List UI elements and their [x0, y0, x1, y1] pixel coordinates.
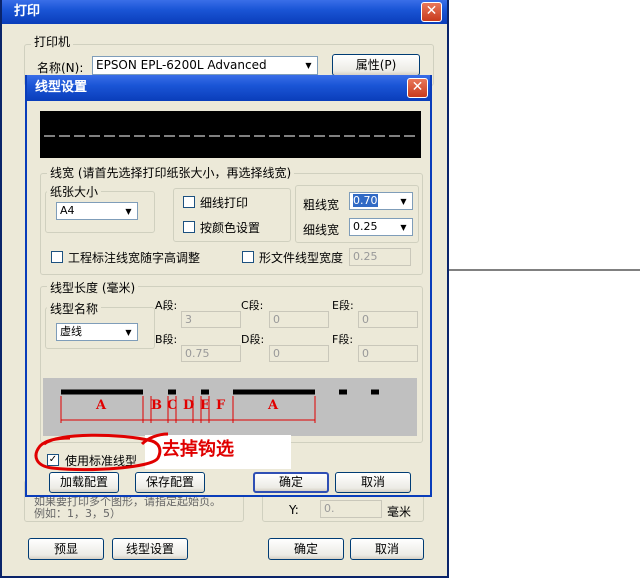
segment-a-input[interactable]: 3	[181, 311, 241, 328]
y-input[interactable]: 0.	[320, 500, 382, 518]
thick-width-label: 粗线宽	[303, 198, 340, 212]
linetype-name-value: 虚线	[60, 325, 82, 338]
diagram-label-d: D	[183, 398, 195, 413]
printer-name-label: 名称(N):	[37, 61, 84, 75]
segment-d-label: D段:	[241, 333, 265, 346]
properties-button[interactable]: 属性(P)	[332, 54, 420, 76]
line-length-group-label: 线型长度 (毫米)	[47, 279, 139, 296]
preview-dashes	[44, 135, 418, 137]
printer-group-label: 打印机	[31, 33, 74, 50]
diagram-label-b: B	[151, 398, 162, 413]
thick-width-select[interactable]: 0.70 ▼	[349, 192, 413, 210]
close-icon[interactable]: ✕	[421, 2, 442, 22]
linetype-name-label: 线型名称	[47, 300, 102, 317]
paper-size-value: A4	[60, 204, 75, 217]
by-color-checkbox[interactable]	[183, 221, 195, 233]
paper-size-label: 纸张大小	[47, 183, 102, 200]
chevron-down-icon[interactable]: ▼	[396, 220, 411, 234]
segment-e-label: E段:	[332, 299, 354, 312]
print-cancel-button[interactable]: 取消	[350, 538, 424, 560]
annotation-adjust-label: 工程标注线宽随字高调整	[68, 251, 201, 265]
paper-size-select[interactable]: A4 ▼	[56, 202, 138, 220]
linetype-dialog-titlebar: 线型设置	[27, 75, 430, 101]
linetype-cancel-button[interactable]: 取消	[335, 472, 411, 493]
segment-d-input[interactable]: 0	[269, 345, 329, 362]
diagram-label-e: E	[200, 398, 210, 413]
linetype-settings-button[interactable]: 线型设置	[112, 538, 188, 560]
close-icon[interactable]: ✕	[407, 78, 428, 98]
by-color-label: 按颜色设置	[200, 221, 261, 235]
segment-c-label: C段:	[241, 299, 264, 312]
thin-print-checkbox[interactable]	[183, 196, 195, 208]
diagram-label-a: A	[96, 398, 107, 413]
segment-e-input[interactable]: 0	[358, 311, 418, 328]
diagram-label-f: F	[216, 398, 226, 413]
segment-b-input[interactable]: 0.75	[181, 345, 241, 362]
preview-button[interactable]: 预显	[28, 538, 104, 560]
y-unit-label: 毫米	[387, 505, 412, 519]
thin-print-label: 细线打印	[200, 196, 249, 210]
thin-width-label: 细线宽	[303, 223, 340, 237]
print-dialog-title: 打印	[14, 4, 41, 19]
linetype-name-select[interactable]: 虚线 ▼	[56, 323, 138, 341]
segment-f-input[interactable]: 0	[358, 345, 418, 362]
shape-file-label: 形文件线型宽度	[259, 251, 344, 265]
thick-width-value: 0.70	[353, 194, 378, 207]
segment-c-input[interactable]: 0	[269, 311, 329, 328]
annotation-text: 去掉钩选	[162, 439, 234, 460]
y-label: Y:	[289, 503, 299, 517]
thin-width-select[interactable]: 0.25 ▼	[349, 218, 413, 236]
chevron-down-icon[interactable]: ▼	[396, 194, 411, 208]
linetype-dialog-title: 线型设置	[35, 80, 88, 95]
line-width-group-label: 线宽 (请首先选择打印纸张大小，再选择线宽)	[47, 164, 295, 181]
chevron-down-icon[interactable]: ▼	[301, 58, 316, 73]
annotation-circle	[34, 432, 169, 472]
annotation-adjust-checkbox[interactable]	[51, 251, 63, 263]
shape-file-checkbox[interactable]	[242, 251, 254, 263]
pages-hint-2: 例如：1，3，5）	[34, 507, 121, 520]
shape-file-width-input[interactable]: 0.25	[349, 248, 411, 266]
chevron-down-icon[interactable]: ▼	[121, 204, 136, 218]
printer-name-select[interactable]: EPSON EPL-6200L Advanced ▼	[92, 56, 318, 75]
chevron-down-icon[interactable]: ▼	[121, 325, 136, 339]
linetype-preview	[40, 111, 421, 158]
print-ok-button[interactable]: 确定	[268, 538, 344, 560]
segment-b-label: B段:	[155, 333, 178, 346]
diagram-label-c: C	[167, 398, 178, 413]
printer-name-value: EPSON EPL-6200L Advanced	[96, 58, 267, 72]
segment-f-label: F段:	[332, 333, 354, 346]
print-dialog-titlebar: 打印	[2, 0, 447, 24]
diagram-label-a2: A	[268, 398, 279, 413]
thin-width-value: 0.25	[353, 220, 378, 233]
segment-a-label: A段:	[155, 299, 178, 312]
